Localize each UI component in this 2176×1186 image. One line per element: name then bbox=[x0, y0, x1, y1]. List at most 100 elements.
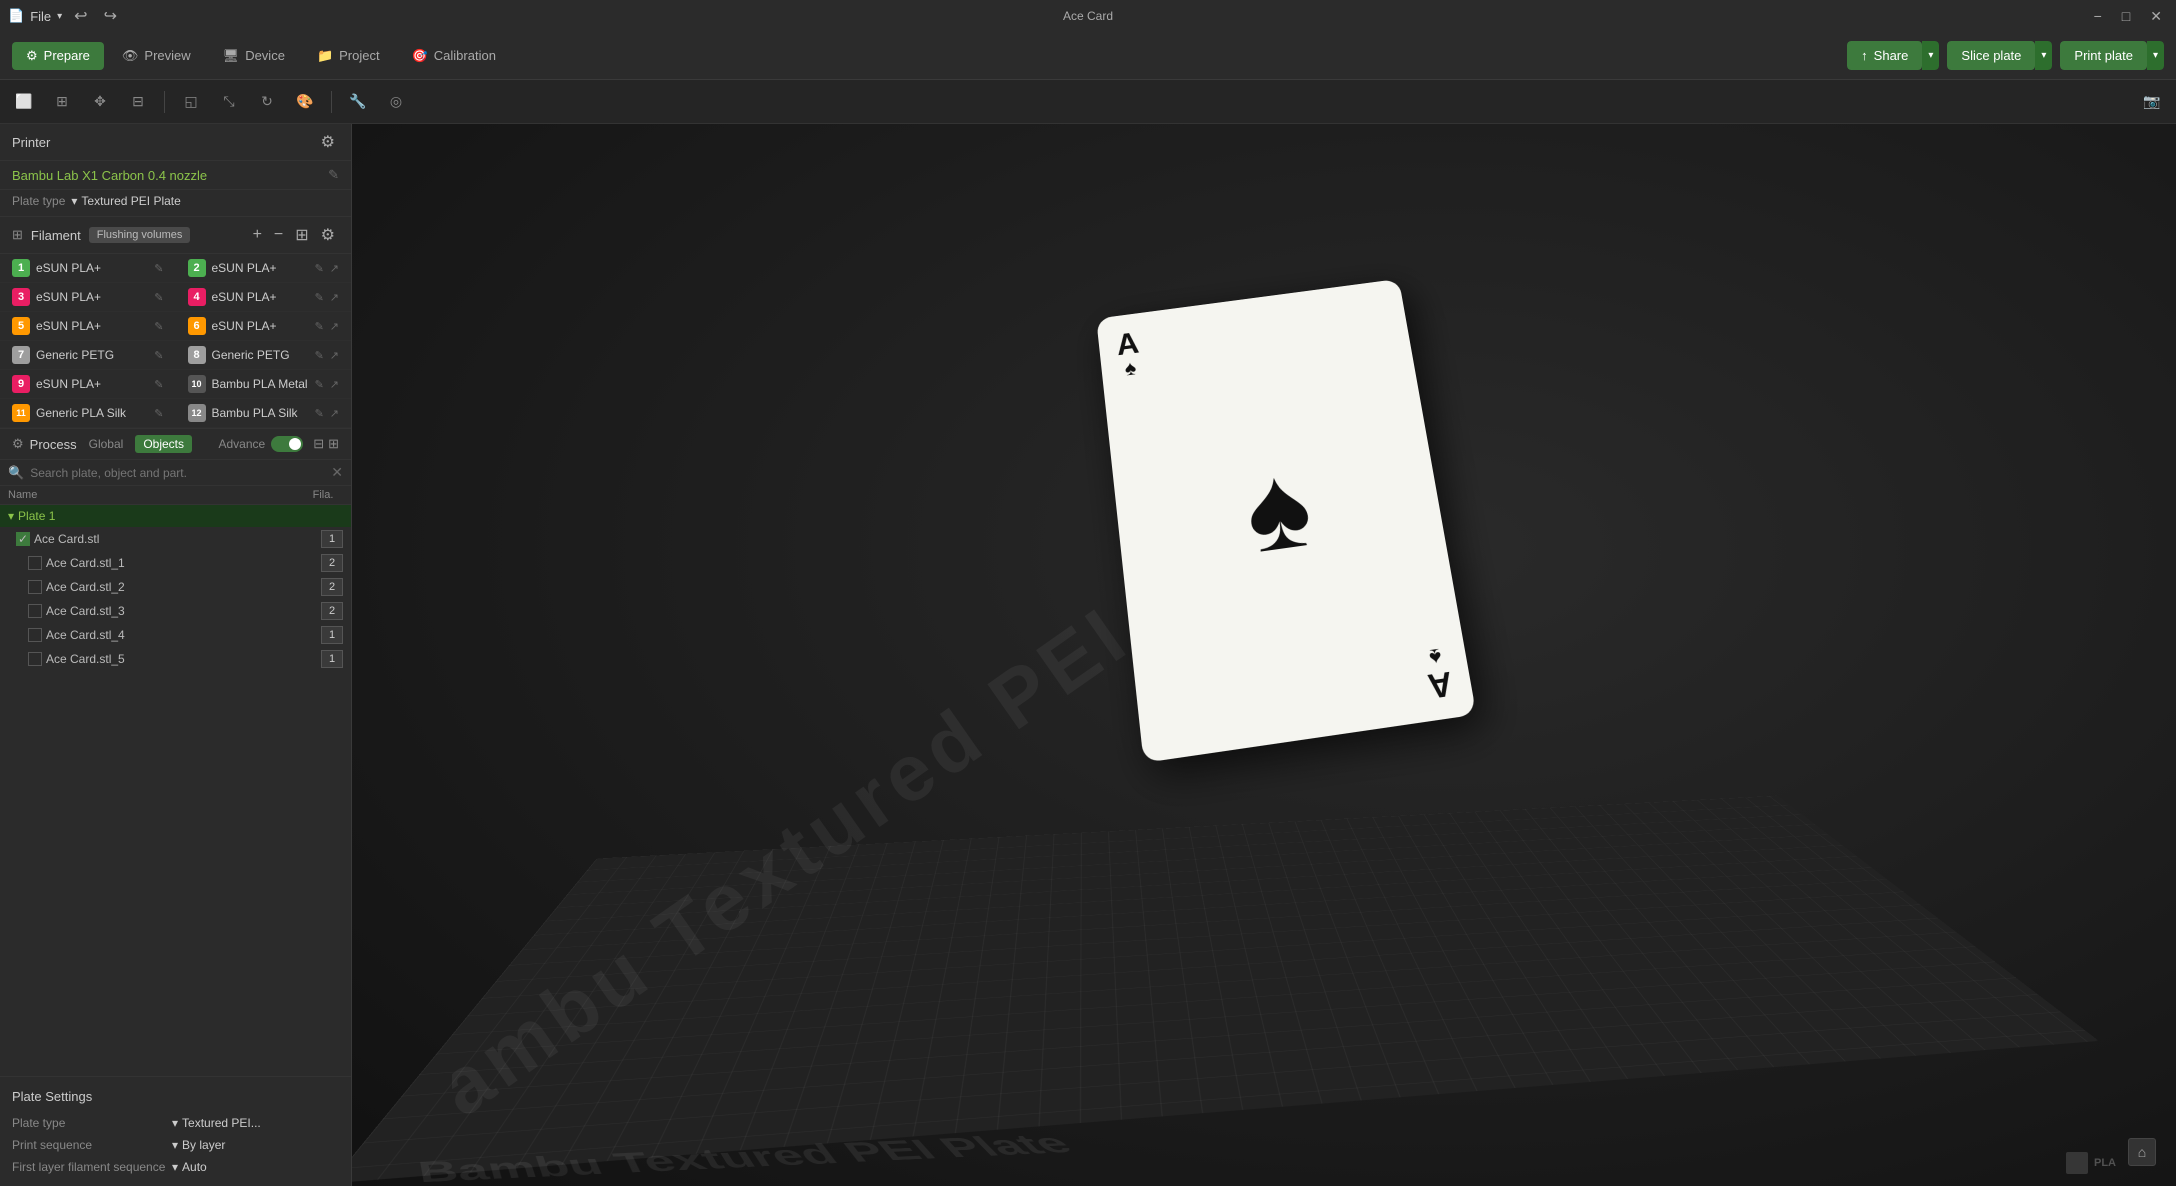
redo-button[interactable]: ↪ bbox=[100, 6, 121, 26]
printer-settings-button[interactable]: ⚙ bbox=[317, 132, 339, 152]
tab-objects-button[interactable]: Objects bbox=[135, 435, 192, 453]
add-filament-button[interactable]: + bbox=[249, 225, 266, 245]
filament-settings-button[interactable]: ⚙ bbox=[317, 225, 339, 245]
filament-item-5[interactable]: 5 eSUN PLA+ ✎ bbox=[0, 312, 176, 341]
seam-icon[interactable]: ◎ bbox=[380, 86, 412, 118]
filament-link-10[interactable]: ↗ bbox=[330, 378, 339, 391]
tab-preview[interactable]: 👁 Preview bbox=[108, 42, 205, 70]
filament-link-12[interactable]: ↗ bbox=[330, 407, 339, 420]
toolbar-separator-1 bbox=[164, 91, 165, 113]
obj-name: Ace Card.stl_5 bbox=[46, 652, 321, 666]
table-row[interactable]: Ace Card.stl_3 2 bbox=[0, 599, 351, 623]
remove-filament-button[interactable]: − bbox=[270, 225, 287, 245]
fila-badge[interactable]: 2 bbox=[321, 578, 343, 596]
share-button[interactable]: ↑ Share bbox=[1847, 41, 1922, 70]
table-row[interactable]: Ace Card.stl_1 2 bbox=[0, 551, 351, 575]
process-template-button[interactable]: ⊟ bbox=[313, 436, 324, 452]
table-row[interactable]: Ace Card.stl_2 2 bbox=[0, 575, 351, 599]
print-dropdown-button[interactable]: ▾ bbox=[2147, 41, 2164, 70]
viewport[interactable]: Bambu Textured PEI Plate Bambu Textured … bbox=[352, 124, 2176, 1186]
filament-item-8[interactable]: 8 Generic PETG ✎ ↗ bbox=[176, 341, 352, 370]
filament-edit-12[interactable]: ✎ bbox=[315, 407, 324, 420]
filament-edit-8[interactable]: ✎ bbox=[315, 349, 324, 362]
file-menu[interactable]: 📄 File ▾ bbox=[8, 8, 62, 24]
filament-edit-4[interactable]: ✎ bbox=[315, 291, 324, 304]
table-row[interactable]: Ace Card.stl_5 1 bbox=[0, 647, 351, 671]
table-row[interactable]: ✓ Ace Card.stl 1 bbox=[0, 527, 351, 551]
filament-item-2[interactable]: 2 eSUN PLA+ ✎ ↗ bbox=[176, 254, 352, 283]
share-dropdown-button[interactable]: ▾ bbox=[1922, 41, 1939, 70]
ps-fl-chevron-icon: ▾ bbox=[172, 1160, 178, 1174]
obj-checkbox[interactable]: ✓ bbox=[16, 532, 30, 546]
obj-name: Ace Card.stl_1 bbox=[46, 556, 321, 570]
filament-item-7[interactable]: 7 Generic PETG ✎ bbox=[0, 341, 176, 370]
support-icon[interactable]: 🔧 bbox=[342, 86, 374, 118]
table-icon[interactable]: ⊟ bbox=[122, 86, 154, 118]
filament-edit-3[interactable]: ✎ bbox=[154, 291, 163, 304]
fila-badge[interactable]: 1 bbox=[321, 530, 343, 548]
move-icon[interactable]: ✥ bbox=[84, 86, 116, 118]
filament-link-4[interactable]: ↗ bbox=[330, 291, 339, 304]
flushing-volumes-button[interactable]: Flushing volumes bbox=[89, 227, 191, 243]
camera-icon[interactable]: 📷 bbox=[2136, 86, 2168, 118]
print-plate-button[interactable]: Print plate bbox=[2060, 41, 2147, 70]
process-split-button[interactable]: ⊞ bbox=[328, 436, 339, 452]
tab-device[interactable]: 🖥 Device bbox=[209, 42, 299, 70]
plate-chevron-icon: ▾ bbox=[8, 509, 14, 523]
filament-item-6[interactable]: 6 eSUN PLA+ ✎ ↗ bbox=[176, 312, 352, 341]
fila-badge[interactable]: 1 bbox=[321, 650, 343, 668]
filament-edit-10[interactable]: ✎ bbox=[315, 378, 324, 391]
slice-plate-button[interactable]: Slice plate bbox=[1947, 41, 2035, 70]
filament-edit-9[interactable]: ✎ bbox=[154, 378, 163, 391]
table-row[interactable]: Ace Card.stl_4 1 bbox=[0, 623, 351, 647]
filament-link-8[interactable]: ↗ bbox=[330, 349, 339, 362]
plate-1-item[interactable]: ▾ Plate 1 bbox=[0, 505, 351, 527]
filament-item-11[interactable]: 11 Generic PLA Silk ✎ bbox=[0, 399, 176, 428]
ps-plate-type-val[interactable]: ▾ Textured PEI... bbox=[172, 1116, 261, 1130]
ps-first-layer-val[interactable]: ▾ Auto bbox=[172, 1160, 207, 1174]
color-icon[interactable]: 🎨 bbox=[289, 86, 321, 118]
grid-icon[interactable]: ⊞ bbox=[46, 86, 78, 118]
orient-icon[interactable]: ◱ bbox=[175, 86, 207, 118]
maximize-button[interactable]: □ bbox=[2116, 8, 2136, 25]
filament-item-12[interactable]: 12 Bambu PLA Silk ✎ ↗ bbox=[176, 399, 352, 428]
filament-item-9[interactable]: 9 eSUN PLA+ ✎ bbox=[0, 370, 176, 399]
clear-search-button[interactable]: ✕ bbox=[331, 464, 343, 481]
printer-name[interactable]: Bambu Lab X1 Carbon 0.4 nozzle ✎ bbox=[0, 161, 351, 190]
filament-section-header: ⊞ Filament Flushing volumes + − ⊞ ⚙ bbox=[0, 217, 351, 254]
filament-item-10[interactable]: 10 Bambu PLA Metal ✎ ↗ bbox=[176, 370, 352, 399]
fila-badge[interactable]: 2 bbox=[321, 602, 343, 620]
filament-edit-1[interactable]: ✎ bbox=[154, 262, 163, 275]
search-input[interactable] bbox=[30, 466, 325, 480]
filament-item-3[interactable]: 3 eSUN PLA+ ✎ bbox=[0, 283, 176, 312]
ps-print-seq-val[interactable]: ▾ By layer bbox=[172, 1138, 225, 1152]
plate-grid bbox=[352, 795, 2099, 1183]
rotate-icon[interactable]: ↻ bbox=[251, 86, 283, 118]
cube-icon[interactable]: ⬜ bbox=[8, 86, 40, 118]
filament-link-6[interactable]: ↗ bbox=[330, 320, 339, 333]
filament-edit-7[interactable]: ✎ bbox=[154, 349, 163, 362]
minimize-button[interactable]: − bbox=[2088, 8, 2108, 25]
obj-mesh-icon bbox=[28, 580, 42, 594]
filament-name-6: eSUN PLA+ bbox=[212, 319, 309, 333]
filament-edit-2[interactable]: ✎ bbox=[315, 262, 324, 275]
fila-badge[interactable]: 2 bbox=[321, 554, 343, 572]
filament-edit-6[interactable]: ✎ bbox=[315, 320, 324, 333]
slice-dropdown-button[interactable]: ▾ bbox=[2035, 41, 2052, 70]
tab-calibration[interactable]: 🎯 Calibration bbox=[398, 42, 510, 70]
filament-edit-11[interactable]: ✎ bbox=[154, 407, 163, 420]
filament-item-1[interactable]: 1 eSUN PLA+ ✎ bbox=[0, 254, 176, 283]
filament-item-4[interactable]: 4 eSUN PLA+ ✎ ↗ bbox=[176, 283, 352, 312]
scale-icon[interactable]: ⤡ bbox=[213, 86, 245, 118]
tab-project[interactable]: 📁 Project bbox=[303, 42, 394, 70]
filament-menu-button[interactable]: ⊞ bbox=[291, 225, 312, 245]
tab-global-button[interactable]: Global bbox=[83, 435, 130, 453]
close-button[interactable]: ✕ bbox=[2144, 8, 2168, 25]
filament-edit-5[interactable]: ✎ bbox=[154, 320, 163, 333]
home-view-button[interactable]: ⌂ bbox=[2128, 1138, 2156, 1166]
undo-button[interactable]: ↩ bbox=[70, 6, 91, 26]
tab-prepare[interactable]: ⚙ Prepare bbox=[12, 42, 104, 70]
advance-toggle[interactable] bbox=[271, 436, 303, 452]
filament-link-2[interactable]: ↗ bbox=[330, 262, 339, 275]
fila-badge[interactable]: 1 bbox=[321, 626, 343, 644]
